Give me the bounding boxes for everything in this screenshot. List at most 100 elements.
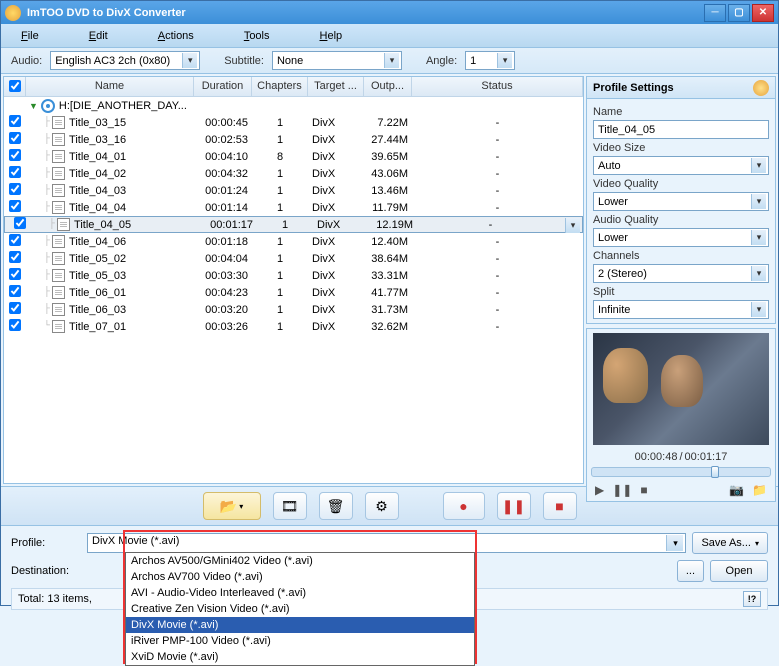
ch-select[interactable]: 2 (Stereo) [593,264,769,283]
row-check[interactable] [9,319,21,331]
saveas-button[interactable]: Save As... [692,532,768,554]
angle-select[interactable]: 1 [465,51,515,70]
menu-actions[interactable]: Actions [158,30,194,42]
row-output: 38.64M [364,253,412,265]
browse-button[interactable]: ... [677,560,704,582]
slider-thumb[interactable] [711,466,719,478]
profile-select[interactable]: DivX Movie (*.avi) [87,533,686,553]
row-check[interactable] [14,217,26,229]
row-check[interactable] [9,302,21,314]
video-preview[interactable] [593,333,769,445]
profile-settings-panel: Name Video Size Auto Video Quality Lower… [586,98,776,324]
aq-label: Audio Quality [593,214,769,226]
aq-select[interactable]: Lower [593,228,769,247]
titlebar: ImTOO DVD to DivX Converter ─ ▢ ✕ [1,1,778,24]
snapshot-icon[interactable]: 📷 [729,483,744,497]
folder-icon[interactable]: 📁 [752,483,767,497]
collapse-icon[interactable]: ▼ [29,101,38,111]
menu-file[interactable]: File [21,30,39,42]
stop-icon[interactable]: ■ [640,483,647,497]
row-status: - [412,321,583,333]
seek-slider[interactable] [591,467,771,477]
row-check[interactable] [9,132,21,144]
subtitle-label: Subtitle: [224,55,264,67]
table-row[interactable]: ├Title_04_0400:01:141DivX11.79M- [4,199,583,216]
row-check[interactable] [9,285,21,297]
row-status: - [412,236,583,248]
profile-settings-title: Profile Settings [593,82,674,94]
table-row[interactable]: ├Title_05_0200:04:041DivX38.64M- [4,250,583,267]
open-dvd-button[interactable]: 📂▾ [203,492,261,520]
file-icon [57,218,70,231]
header-name[interactable]: Name [26,77,194,96]
menu-tools[interactable]: Tools [244,30,270,42]
dropdown-option[interactable]: AVI - Audio-Video Interleaved (*.avi) [126,585,474,601]
dropdown-option[interactable]: DivX Movie (*.avi) [126,617,474,633]
table-row[interactable]: └Title_07_0100:03:261DivX32.62M- [4,318,583,335]
dropdown-option[interactable]: XviD Movie (*.avi) [126,649,474,665]
row-output: 27.44M [364,134,412,146]
maximize-button[interactable]: ▢ [728,4,750,22]
row-duration: 00:01:18 [194,236,252,248]
row-check[interactable] [9,149,21,161]
row-status: - [412,287,583,299]
vsize-select[interactable]: Auto [593,156,769,175]
table-row[interactable]: ├Title_06_0100:04:231DivX41.77M- [4,284,583,301]
profile-dropdown[interactable]: Archos AV500/GMini402 Video (*.avi)Archo… [125,552,475,666]
subtitle-select[interactable]: None [272,51,402,70]
clear-button[interactable]: 🗑 [319,492,353,520]
table-row[interactable]: ├Title_04_0200:04:321DivX43.06M- [4,165,583,182]
play-icon[interactable]: ▶ [595,483,604,497]
row-target: DivX [308,270,364,282]
header-check[interactable] [4,77,26,96]
header-output[interactable]: Outp... [364,77,412,96]
row-name: Title_03_16 [69,134,126,146]
gear-icon[interactable] [753,80,769,96]
header-target[interactable]: Target ... [308,77,364,96]
row-check[interactable] [9,183,21,195]
audio-select[interactable]: English AC3 2ch (0x80) [50,51,200,70]
row-duration: 00:00:45 [194,117,252,129]
record-button[interactable]: ● [443,492,485,520]
name-input[interactable] [593,120,769,139]
dropdown-option[interactable]: Archos AV500/GMini402 Video (*.avi) [126,553,474,569]
dropdown-option[interactable]: Creative Zen Vision Video (*.avi) [126,601,474,617]
row-check[interactable] [9,115,21,127]
row-name: Title_04_02 [69,168,126,180]
table-row[interactable]: ├Title_04_0500:01:171DivX12.19M- [4,216,583,233]
remove-item-button[interactable]: 🎞 [273,492,307,520]
warn-button[interactable]: !? [743,591,761,607]
pause-icon[interactable]: ❚❚ [612,483,632,497]
table-row[interactable]: ├Title_03_1600:02:531DivX27.44M- [4,131,583,148]
minimize-button[interactable]: ─ [704,4,726,22]
table-row[interactable]: ├Title_04_0600:01:181DivX12.40M- [4,233,583,250]
table-row[interactable]: ├Title_04_0100:04:108DivX39.65M- [4,148,583,165]
table-row[interactable]: ├Title_05_0300:03:301DivX33.31M- [4,267,583,284]
dropdown-option[interactable]: Archos AV700 Video (*.avi) [126,569,474,585]
table-row[interactable]: ├Title_04_0300:01:241DivX13.46M- [4,182,583,199]
stop-button[interactable]: ■ [543,492,577,520]
row-check[interactable] [9,166,21,178]
menu-help[interactable]: Help [320,30,343,42]
dropdown-option[interactable]: iRiver PMP-100 Video (*.avi) [126,633,474,649]
header-status[interactable]: Status [412,77,583,96]
close-button[interactable]: ✕ [752,4,774,22]
settings-button[interactable]: ⚙ [365,492,399,520]
split-select[interactable]: Infinite [593,300,769,319]
header-duration[interactable]: Duration [194,77,252,96]
header-chapters[interactable]: Chapters [252,77,308,96]
vq-select[interactable]: Lower [593,192,769,211]
row-check[interactable] [9,200,21,212]
row-check[interactable] [9,251,21,263]
row-check[interactable] [9,234,21,246]
table-row[interactable]: ├Title_03_1500:00:451DivX7.22M- [4,114,583,131]
row-check[interactable] [9,268,21,280]
row-chapters: 1 [252,287,308,299]
menu-edit[interactable]: Edit [89,30,108,42]
open-button[interactable]: Open [710,560,768,582]
pause-button[interactable]: ❚❚ [497,492,531,520]
root-node[interactable]: ▼ H:[DIE_ANOTHER_DAY... [4,97,583,114]
row-status: - [412,202,583,214]
table-row[interactable]: ├Title_06_0300:03:201DivX31.73M- [4,301,583,318]
row-chapters: 1 [252,304,308,316]
